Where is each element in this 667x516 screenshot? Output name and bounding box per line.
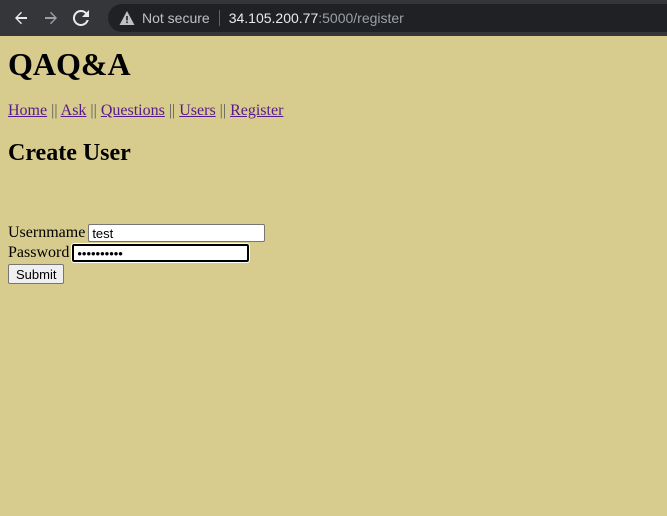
nav-link-ask[interactable]: Ask — [61, 102, 87, 119]
forward-button[interactable] — [36, 3, 66, 33]
nav-separator: || — [51, 102, 58, 119]
back-button[interactable] — [6, 3, 36, 33]
site-title: QAQ&A — [8, 46, 131, 82]
password-input[interactable] — [71, 243, 251, 263]
username-input[interactable] — [88, 224, 266, 242]
form-heading: Create User — [8, 140, 131, 166]
browser-toolbar: Not secure 34.105.200.77:5000/register — [0, 0, 667, 36]
url-path: :5000/register — [318, 10, 404, 26]
nav-separator: || — [219, 102, 227, 119]
reload-icon — [73, 10, 89, 26]
username-label: Usernmame — [8, 224, 86, 241]
site-nav: Home || Ask || Questions || Users || Reg… — [8, 102, 659, 120]
page-content: QAQ&A Home || Ask || Questions || Users … — [8, 36, 659, 284]
security-label[interactable]: Not secure — [142, 10, 210, 26]
nav-separator: || — [168, 102, 176, 119]
warning-icon[interactable] — [119, 10, 135, 26]
nav-link-questions[interactable]: Questions — [101, 102, 165, 119]
forward-arrow-icon — [45, 11, 57, 25]
password-label: Password — [8, 244, 70, 261]
nav-separator: || — [90, 102, 97, 119]
nav-link-home[interactable]: Home — [8, 102, 47, 119]
create-user-form: Usernmame Password Submit — [8, 223, 659, 284]
reload-button[interactable] — [66, 3, 96, 33]
address-bar[interactable]: Not secure 34.105.200.77:5000/register — [108, 4, 667, 32]
back-arrow-icon — [15, 11, 27, 25]
submit-button[interactable]: Submit — [8, 264, 65, 284]
nav-link-register[interactable]: Register — [230, 102, 283, 119]
nav-link-users[interactable]: Users — [179, 102, 215, 119]
url-host: 34.105.200.77 — [228, 10, 319, 26]
omnibox-separator — [218, 10, 220, 26]
